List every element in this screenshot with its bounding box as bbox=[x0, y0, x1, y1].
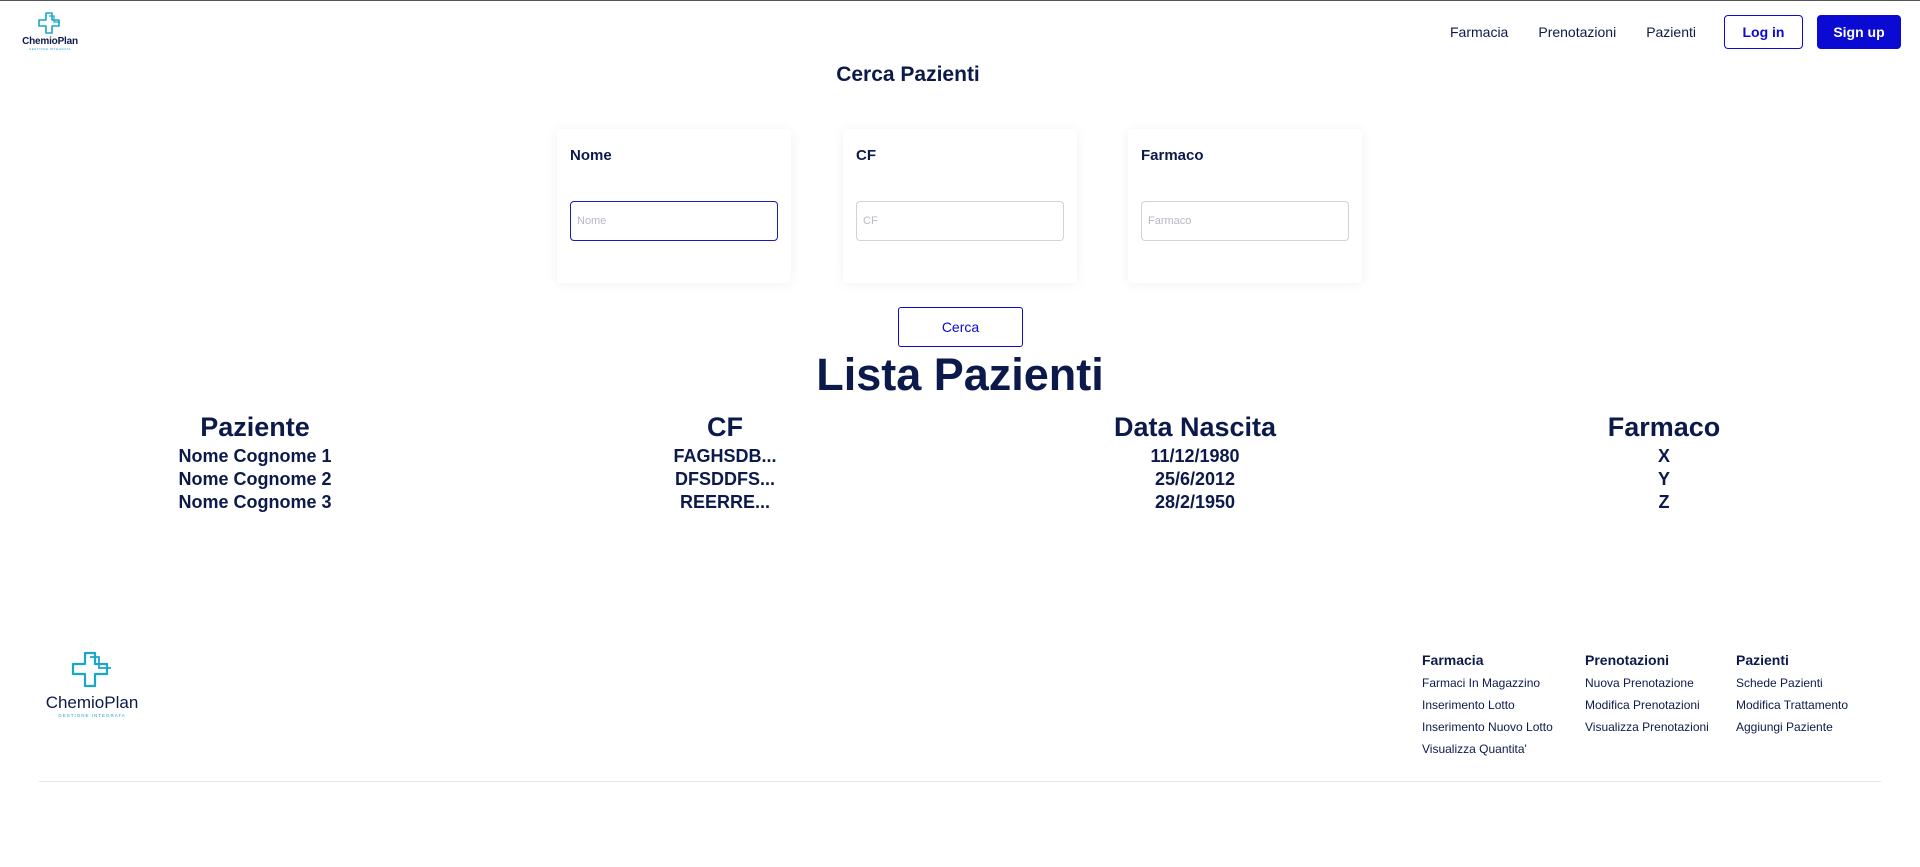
column-paziente: Paziente Nome Cognome 1 Nome Cognome 2 N… bbox=[55, 409, 455, 514]
footer-column-title: Pazienti bbox=[1736, 652, 1789, 668]
signup-button[interactable]: Sign up bbox=[1817, 15, 1901, 49]
footer-link-visualizza-prenotazioni[interactable]: Visualizza Prenotazioni bbox=[1585, 716, 1709, 738]
search-card-nome: Nome bbox=[557, 129, 791, 283]
table-cell: REERRE... bbox=[679, 492, 771, 512]
logo[interactable]: ChemioPlan GESTIONE INTEGRATA bbox=[19, 12, 81, 52]
footer-logo[interactable]: ChemioPlan GESTIONE INTEGRATA bbox=[39, 651, 145, 718]
table-cell: Z bbox=[1658, 492, 1670, 512]
footer-logo-text: ChemioPlan bbox=[45, 693, 139, 712]
footer-logo-subtitle: GESTIONE INTEGRATA bbox=[58, 713, 126, 718]
page-title: Cerca Pazienti bbox=[836, 63, 980, 86]
medical-cross-icon bbox=[38, 12, 60, 34]
table-cell: 11/12/1980 bbox=[1150, 446, 1240, 466]
table-cell: 25/6/2012 bbox=[1154, 469, 1236, 489]
main-nav: Farmacia Prenotazioni Pazienti Log in Si… bbox=[1450, 15, 1901, 49]
table-cell: FAGHSDB... bbox=[673, 446, 777, 466]
footer-link-inserimento-lotto[interactable]: Inserimento Lotto bbox=[1422, 694, 1553, 716]
search-card-cf: CF bbox=[843, 129, 1077, 283]
footer-link-inserimento-nuovo-lotto[interactable]: Inserimento Nuovo Lotto bbox=[1422, 716, 1553, 738]
column-header: Paziente bbox=[200, 412, 310, 442]
search-card-farmaco: Farmaco bbox=[1128, 129, 1362, 283]
header: ChemioPlan GESTIONE INTEGRATA Farmacia P… bbox=[0, 1, 1920, 61]
table-cell: Nome Cognome 3 bbox=[178, 492, 332, 512]
logo-subtitle: GESTIONE INTEGRATA bbox=[28, 47, 72, 51]
footer-divider bbox=[39, 781, 1881, 782]
nav-farmacia[interactable]: Farmacia bbox=[1450, 24, 1508, 40]
column-header: CF bbox=[707, 412, 743, 442]
footer-column-farmacia: Farmacia Farmaci In Magazzino Inseriment… bbox=[1422, 649, 1553, 760]
field-label-farmaco: Farmaco bbox=[1141, 147, 1204, 164]
nome-input[interactable] bbox=[570, 201, 778, 241]
column-cf: CF FAGHSDB... DFSDDFS... REERRE... bbox=[525, 409, 925, 514]
column-header: Farmaco bbox=[1607, 412, 1721, 442]
search-button[interactable]: Cerca bbox=[898, 307, 1023, 347]
table-cell: DFSDDFS... bbox=[674, 469, 775, 489]
table-cell: X bbox=[1657, 446, 1670, 466]
field-label-cf: CF bbox=[856, 147, 876, 164]
column-header: Data Nascita bbox=[1113, 412, 1277, 442]
footer-link-modifica-prenotazioni[interactable]: Modifica Prenotazioni bbox=[1585, 694, 1709, 716]
footer-column-pazienti: Pazienti Schede Pazienti Modifica Tratta… bbox=[1736, 649, 1848, 738]
footer-column-title: Farmacia bbox=[1422, 652, 1484, 668]
table-cell: 28/2/1950 bbox=[1154, 492, 1236, 512]
footer-link-schede-pazienti[interactable]: Schede Pazienti bbox=[1736, 672, 1848, 694]
login-button[interactable]: Log in bbox=[1724, 15, 1803, 49]
nav-prenotazioni[interactable]: Prenotazioni bbox=[1538, 24, 1616, 40]
table-cell: Nome Cognome 2 bbox=[178, 469, 332, 489]
cf-input[interactable] bbox=[856, 201, 1064, 241]
logo-text: ChemioPlan bbox=[22, 36, 78, 47]
footer-link-nuova-prenotazione[interactable]: Nuova Prenotazione bbox=[1585, 672, 1709, 694]
list-title: Lista Pazienti bbox=[816, 349, 1104, 400]
footer-link-aggiungi-paziente[interactable]: Aggiungi Paziente bbox=[1736, 716, 1848, 738]
column-data-nascita: Data Nascita 11/12/1980 25/6/2012 28/2/1… bbox=[995, 409, 1395, 514]
column-farmaco: Farmaco X Y Z bbox=[1464, 409, 1864, 514]
farmaco-input[interactable] bbox=[1141, 201, 1349, 241]
table-cell: Y bbox=[1657, 469, 1670, 489]
table-cell: Nome Cognome 1 bbox=[178, 446, 332, 466]
field-label-nome: Nome bbox=[570, 147, 612, 164]
footer-link-modifica-trattamento[interactable]: Modifica Trattamento bbox=[1736, 694, 1848, 716]
medical-cross-icon bbox=[71, 651, 111, 688]
footer-column-title: Prenotazioni bbox=[1585, 652, 1670, 668]
nav-pazienti[interactable]: Pazienti bbox=[1646, 24, 1696, 40]
footer-column-prenotazioni: Prenotazioni Nuova Prenotazione Modifica… bbox=[1585, 649, 1709, 738]
footer-link-visualizza-quantita[interactable]: Visualizza Quantita' bbox=[1422, 738, 1553, 760]
footer-link-farmaci-in-magazzino[interactable]: Farmaci In Magazzino bbox=[1422, 672, 1553, 694]
